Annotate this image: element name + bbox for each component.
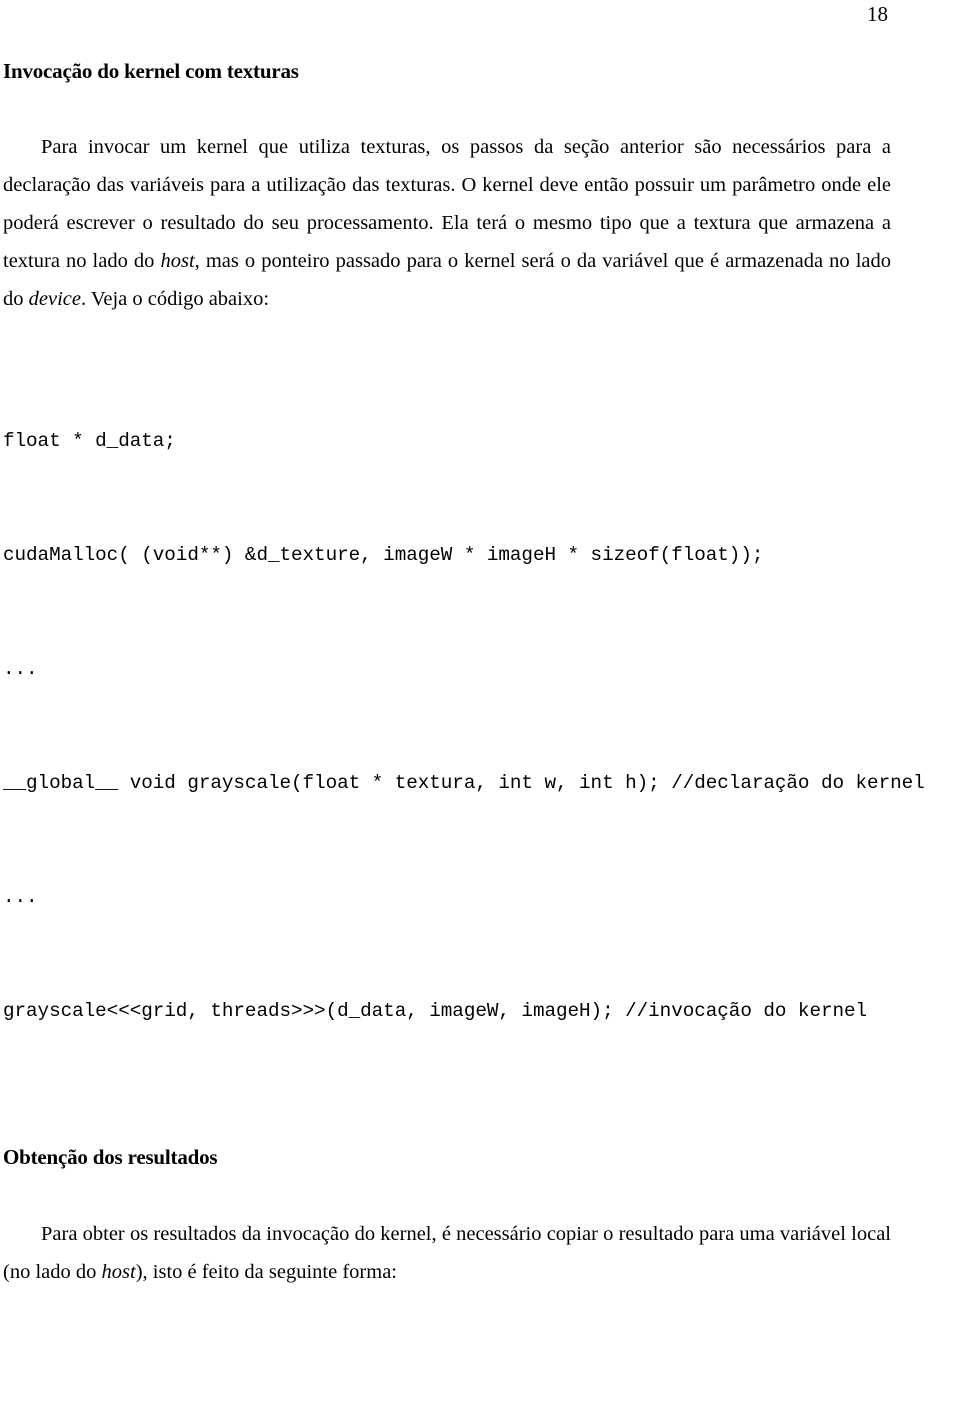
code-line: float * resultado = (image_t *)malloc(si…	[3, 1395, 891, 1405]
document-page: 18 Invocação do kernel com texturas Para…	[0, 0, 960, 1405]
paragraph-invocacao-intro: Para invocar um kernel que utiliza textu…	[3, 128, 891, 318]
code-line: grayscale<<<grid, threads>>>(d_data, ima…	[3, 1000, 868, 1023]
code-line: __global__ void grayscale(float * textur…	[3, 772, 925, 795]
paragraph-text-part: . Veja o código abaixo:	[80, 288, 270, 311]
code-line: ...	[3, 886, 38, 909]
emphasis-host: host	[160, 250, 195, 273]
code-line: ...	[3, 658, 38, 681]
paragraph-text-part: ), isto é feito da seguinte forma:	[135, 1260, 397, 1283]
emphasis-host: host	[101, 1260, 136, 1283]
page-content: Invocação do kernel com texturas Para in…	[3, 58, 925, 1405]
code-block-kernel-invocation: float * d_data; cudaMalloc( (void**) &d_…	[3, 346, 925, 1106]
page-number: 18	[867, 2, 888, 26]
heading-obtencao-dos-resultados: Obtenção dos resultados	[3, 1145, 218, 1170]
heading-invocacao-do-kernel-com-texturas: Invocação do kernel com texturas	[3, 59, 299, 83]
emphasis-device: device	[28, 288, 81, 311]
paragraph-obtencao-intro: Para obter os resultados da invocação do…	[3, 1215, 891, 1291]
code-block-copy-results: float * resultado = (image_t *)malloc(si…	[3, 1319, 891, 1405]
code-line: cudaMalloc( (void**) &d_texture, imageW …	[3, 544, 764, 567]
code-line: float * d_data;	[3, 430, 176, 453]
